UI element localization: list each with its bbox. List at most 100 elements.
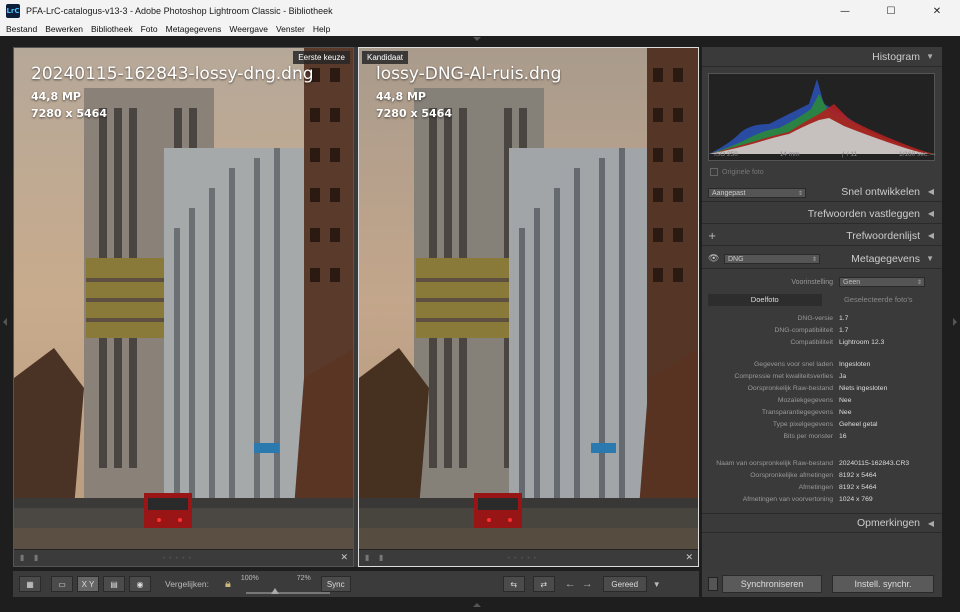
keyword-list-header[interactable]: Trefwoordenlijst ◀ bbox=[702, 226, 942, 246]
histogram-header[interactable]: Histogram ▼ bbox=[702, 47, 942, 67]
metadata-title: Metagegevens bbox=[851, 252, 920, 265]
menu-window[interactable]: Venster bbox=[276, 24, 305, 34]
meta-value: Niets ingesloten bbox=[839, 384, 888, 392]
rating-dots[interactable]: ••••• bbox=[507, 555, 540, 562]
menu-photo[interactable]: Foto bbox=[141, 24, 158, 34]
preset-label: Voorinstelling bbox=[791, 278, 833, 286]
reject-flag-icon[interactable]: ▮ bbox=[34, 554, 42, 562]
tab-target-photo[interactable]: Doelfoto bbox=[708, 294, 822, 306]
eye-icon[interactable]: 👁︎ bbox=[708, 254, 719, 264]
sync-bar: Synchroniseren Instell. synchr. bbox=[702, 571, 942, 597]
auto-sync-switch[interactable] bbox=[708, 577, 718, 591]
collapse-icon[interactable]: ▼ bbox=[926, 52, 934, 61]
lock-icon[interactable]: 🔒︎ bbox=[225, 577, 231, 591]
zoom-slider[interactable] bbox=[246, 592, 330, 594]
swap-icon[interactable]: ⇆ bbox=[502, 576, 525, 592]
meta-value: Nee bbox=[839, 408, 852, 416]
iso-value: ISO 250 bbox=[714, 151, 738, 158]
close-icon[interactable]: ✕ bbox=[685, 553, 693, 563]
aperture-value: ƒ / 11 bbox=[841, 151, 858, 158]
meta-key: Type pixelgegevens bbox=[772, 421, 833, 429]
meta-key: Transparantiegegevens bbox=[761, 408, 833, 416]
meta-value: Ingesloten bbox=[839, 360, 871, 368]
sync-settings-button[interactable]: Instell. synchr. bbox=[832, 575, 934, 593]
menu-edit[interactable]: Bewerken bbox=[45, 24, 83, 34]
menu-file[interactable]: Bestand bbox=[6, 24, 37, 34]
dropdown-icon: ⇕ bbox=[916, 279, 922, 286]
meta-key: Compressie met kwaliteitsverlies bbox=[734, 372, 833, 380]
select-dimensions: 7280 x 5464 bbox=[31, 107, 107, 120]
focal-length-value: 14 mm bbox=[779, 151, 800, 158]
meta-value: 20240115-162843.CR3 bbox=[839, 459, 910, 467]
comments-header[interactable]: Opmerkingen ◀ bbox=[702, 513, 942, 533]
table-row: Afmetingen 8192 x 5464 bbox=[702, 481, 942, 493]
lightroom-app-icon: LrC bbox=[6, 4, 20, 18]
keywording-header[interactable]: Trefwoorden vastleggen ◀ bbox=[702, 204, 942, 224]
previous-arrow-icon[interactable]: ← bbox=[565, 578, 576, 590]
table-row: Naam van oorspronkelijk Raw-bestand 20240… bbox=[702, 457, 942, 469]
zoom-slider-thumb[interactable] bbox=[271, 588, 280, 594]
select-photo[interactable] bbox=[14, 48, 353, 551]
people-view-icon[interactable]: ◉ bbox=[129, 576, 151, 592]
flag-icon[interactable]: ▮ bbox=[20, 554, 28, 562]
left-panel-toggle-icon[interactable] bbox=[3, 318, 7, 326]
collapse-icon[interactable]: ◀ bbox=[928, 209, 934, 218]
collapse-icon[interactable]: ◀ bbox=[928, 231, 934, 240]
collapse-icon[interactable]: ◀ bbox=[928, 187, 934, 196]
bottom-panel-toggle-icon[interactable] bbox=[473, 603, 481, 607]
title-bar: LrC PFA-LrC-catalogus-v13-3 - Adobe Phot… bbox=[0, 0, 960, 22]
comments-title: Opmerkingen bbox=[856, 517, 920, 529]
menu-help[interactable]: Help bbox=[313, 24, 330, 34]
metadata-preset-row: Voorinstelling Geen ⇕ bbox=[702, 276, 942, 288]
table-row: DNG-versie 1.7 bbox=[702, 312, 942, 324]
table-row: DNG-compatibiliteit 1.7 bbox=[702, 324, 942, 336]
preset-select[interactable]: Geen ⇕ bbox=[839, 277, 925, 287]
candidate-filename: lossy-DNG-AI-ruis.dng bbox=[376, 64, 562, 84]
metadata-set-select[interactable]: DNG ⇕ bbox=[724, 254, 820, 264]
meta-value: Lightroom 12.3 bbox=[839, 338, 885, 346]
close-icon[interactable]: ✕ bbox=[340, 553, 348, 563]
preset-value: Geen bbox=[843, 278, 861, 286]
sync-button[interactable]: Sync bbox=[320, 576, 351, 592]
add-keyword-icon[interactable]: + bbox=[708, 231, 716, 242]
reject-flag-icon[interactable]: ▮ bbox=[379, 554, 387, 562]
candidate-photo[interactable] bbox=[359, 48, 698, 551]
grid-view-icon[interactable]: ▦ bbox=[19, 576, 41, 592]
make-select-icon[interactable]: ⇄ bbox=[532, 576, 555, 592]
menu-metadata[interactable]: Metagegevens bbox=[166, 24, 222, 34]
meta-key: DNG-compatibiliteit bbox=[774, 326, 833, 334]
select-label: Eerste keuze bbox=[293, 51, 350, 64]
histogram-title: Histogram bbox=[872, 50, 920, 63]
compare-view-icon[interactable]: X Y bbox=[77, 576, 99, 592]
dropdown-icon: ⇕ bbox=[797, 190, 803, 197]
compare-view: 20240115-162843-lossy-dng.dng 44,8 MP 72… bbox=[13, 47, 699, 567]
right-panel-toggle-icon[interactable] bbox=[953, 318, 957, 326]
keywording-title: Trefwoorden vastleggen bbox=[807, 207, 920, 220]
quick-develop-preset-select[interactable]: Aangepast ⇕ bbox=[708, 188, 806, 198]
candidate-dimensions: 7280 x 5464 bbox=[376, 107, 452, 120]
close-button[interactable]: ✕ bbox=[914, 0, 960, 22]
right-panel: Histogram ▼ ISO 250 14 mm ƒ / 11 1/160 s… bbox=[702, 47, 942, 597]
rating-dots[interactable]: ••••• bbox=[162, 555, 195, 562]
next-arrow-icon[interactable]: → bbox=[582, 578, 593, 590]
meta-value: 1.7 bbox=[839, 326, 849, 334]
collapse-icon[interactable]: ◀ bbox=[928, 519, 934, 528]
survey-view-icon[interactable]: ▤ bbox=[103, 576, 125, 592]
minimize-button[interactable]: — bbox=[822, 0, 868, 22]
done-button[interactable]: Gereed bbox=[602, 576, 647, 592]
top-panel-toggle-icon[interactable] bbox=[473, 37, 481, 41]
menu-view[interactable]: Weergave bbox=[229, 24, 268, 34]
synchronize-button[interactable]: Synchroniseren bbox=[722, 575, 822, 593]
maximize-button[interactable]: ☐ bbox=[868, 0, 914, 22]
chevron-down-icon[interactable]: ▼ bbox=[653, 580, 661, 589]
collapse-icon[interactable]: ▼ bbox=[926, 254, 934, 263]
tab-selected-photos[interactable]: Geselecteerde foto's bbox=[822, 294, 936, 306]
select-photo-panel[interactable]: 20240115-162843-lossy-dng.dng 44,8 MP 72… bbox=[13, 47, 354, 567]
flag-icon[interactable]: ▮ bbox=[365, 554, 373, 562]
loupe-view-icon[interactable]: ▭ bbox=[51, 576, 73, 592]
candidate-photo-panel[interactable]: lossy-DNG-AI-ruis.dng 44,8 MP 7280 x 546… bbox=[358, 47, 699, 567]
table-row: Compressie met kwaliteitsverlies Ja bbox=[702, 370, 942, 382]
original-photo-toggle[interactable]: Originele foto bbox=[710, 168, 764, 176]
original-photo-checkbox[interactable] bbox=[710, 168, 718, 176]
menu-library[interactable]: Bibliotheek bbox=[91, 24, 133, 34]
